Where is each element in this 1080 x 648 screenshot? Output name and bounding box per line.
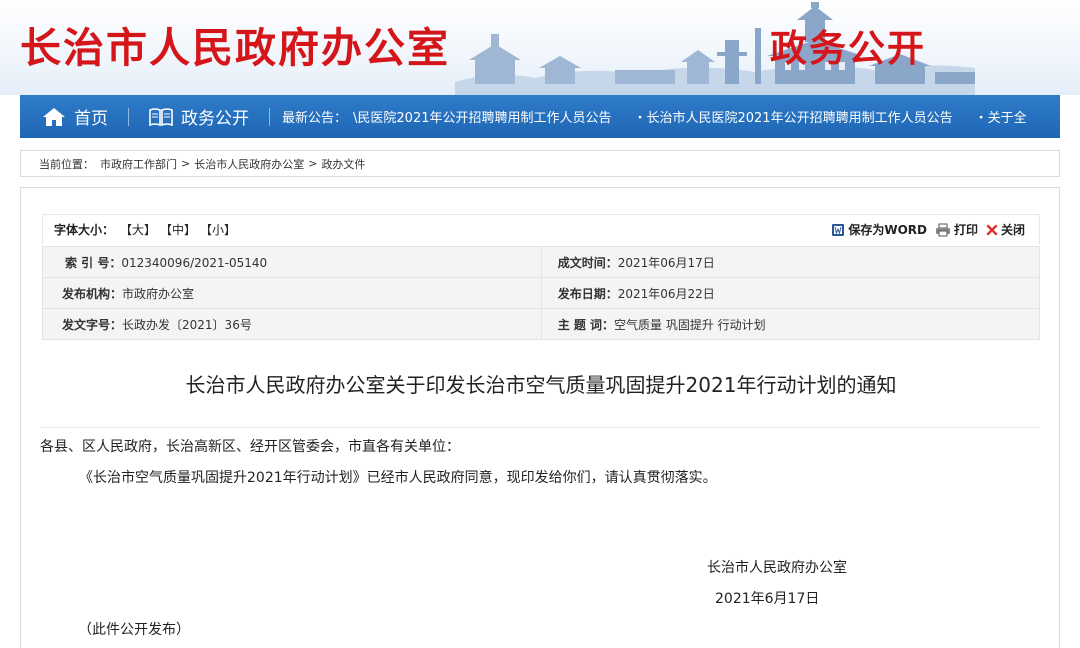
meta-pubdate-label: 发布日期：	[557, 286, 618, 301]
news-ticker-label: 最新公告：	[282, 111, 348, 126]
font-size-large[interactable]: 【大】	[120, 221, 156, 238]
print-button[interactable]: 打印	[935, 221, 978, 238]
meta-pubdate: 发布日期：2021年06月22日	[540, 277, 1041, 309]
meta-docno-value: 长政办发〔2021〕36号	[122, 317, 252, 332]
meta-publisher-value: 市政府办公室	[122, 286, 195, 301]
word-doc-icon	[832, 223, 845, 236]
breadcrumb: 当前位置： 市政府工作部门 > 长治市人民政府办公室 > 政办文件	[20, 150, 1060, 177]
news-ticker-item[interactable]: \民医院2021年公开招聘聘用制工作人员公告	[353, 107, 611, 126]
signature-date: 2021年6月17日	[715, 591, 820, 607]
table-row: 索 引 号：012340096/2021-05140 成文时间：2021年06月…	[42, 246, 1041, 278]
meta-publisher-label: 发布机构：	[62, 286, 123, 301]
document-body: 《长治市空气质量巩固提升2021年行动计划》已经市人民政府同意，现印发给你们，请…	[79, 470, 717, 486]
meta-docno-label: 发文字号：	[62, 317, 123, 332]
breadcrumb-label: 当前位置：	[39, 157, 94, 171]
nav-open-gov[interactable]: 政务公开	[129, 95, 269, 138]
font-size-medium[interactable]: 【中】	[160, 221, 196, 238]
close-button[interactable]: 关闭	[986, 221, 1025, 238]
breadcrumb-separator: >	[308, 157, 318, 170]
meta-docno: 发文字号：长政办发〔2021〕36号	[42, 308, 542, 340]
font-size-label: 字体大小：	[54, 223, 115, 237]
home-icon	[42, 107, 66, 127]
meta-index-value: 012340096/2021-05140	[121, 255, 268, 270]
news-ticker-item[interactable]: ・长治市人民医院2021年公开招聘聘用制工作人员公告	[633, 107, 952, 126]
save-word-label: 保存为WORD	[848, 223, 927, 237]
meta-publisher: 发布机构：市政府办公室	[42, 277, 542, 309]
breadcrumb-item[interactable]: 市政府工作部门	[100, 156, 177, 172]
document-title: 长治市人民政府办公室关于印发长治市空气质量巩固提升2021年行动计划的通知	[185, 373, 897, 397]
meta-created: 成文时间：2021年06月17日	[540, 246, 1041, 278]
news-ticker: \民医院2021年公开招聘聘用制工作人员公告 ・长治市人民医院2021年公开招聘…	[353, 107, 1049, 126]
meta-index: 索 引 号：012340096/2021-05140	[42, 246, 542, 278]
close-icon	[986, 224, 998, 235]
article-toolbar: 字体大小： 【大】 【中】 【小】 保存为WORD 打印 关闭	[42, 214, 1040, 244]
nav-home[interactable]: 首页	[20, 95, 128, 138]
print-label: 打印	[953, 223, 978, 237]
meta-index-label: 索 引 号：	[65, 255, 122, 270]
nav-open-gov-label: 政务公开	[181, 109, 249, 129]
main-navbar: 首页 政务公开 最新公告： \民医院2021年公开招聘聘用制工作人员公告 ・长治…	[20, 95, 1060, 138]
breadcrumb-separator: >	[181, 157, 191, 170]
nav-divider	[269, 107, 270, 126]
open-book-icon	[149, 107, 173, 126]
section-title: 政务公开	[770, 27, 926, 70]
meta-keywords-value: 空气质量 巩固提升 行动计划	[614, 317, 766, 332]
publish-note: （此件公开发布）	[78, 622, 190, 638]
font-size-small[interactable]: 【小】	[200, 221, 236, 238]
nav-home-label: 首页	[74, 109, 108, 129]
meta-keywords-label: 主 题 词：	[557, 317, 615, 332]
close-label: 关闭	[1000, 223, 1025, 237]
document-meta-table: 索 引 号：012340096/2021-05140 成文时间：2021年06月…	[42, 246, 1041, 340]
site-title: 长治市人民政府办公室	[20, 24, 450, 72]
signature-organization: 长治市人民政府办公室	[707, 560, 847, 576]
printer-icon	[935, 223, 950, 236]
site-header: 长治市人民政府办公室 政务公开	[0, 0, 1080, 95]
meta-keywords: 主 题 词：空气质量 巩固提升 行动计划	[540, 308, 1041, 340]
meta-created-label: 成文时间：	[557, 255, 618, 270]
title-divider	[40, 427, 1040, 428]
meta-created-value: 2021年06月17日	[617, 255, 715, 270]
content-panel: 字体大小： 【大】 【中】 【小】 保存为WORD 打印 关闭 索 引 号：01…	[20, 187, 1060, 648]
table-row: 发布机构：市政府办公室 发布日期：2021年06月22日	[42, 277, 1041, 309]
breadcrumb-item[interactable]: 长治市人民政府办公室	[194, 156, 304, 172]
news-ticker-item[interactable]: ・关于全	[975, 107, 1027, 126]
save-word-button[interactable]: 保存为WORD	[831, 221, 927, 238]
article-tools: 保存为WORD 打印 关闭	[823, 221, 1025, 238]
meta-pubdate-value: 2021年06月22日	[617, 286, 715, 301]
document-recipient: 各县、区人民政府，长治高新区、经开区管委会，市直各有关单位：	[40, 439, 460, 455]
table-row: 发文字号：长政办发〔2021〕36号 主 题 词：空气质量 巩固提升 行动计划	[42, 308, 1041, 340]
breadcrumb-item[interactable]: 政办文件	[321, 156, 365, 172]
